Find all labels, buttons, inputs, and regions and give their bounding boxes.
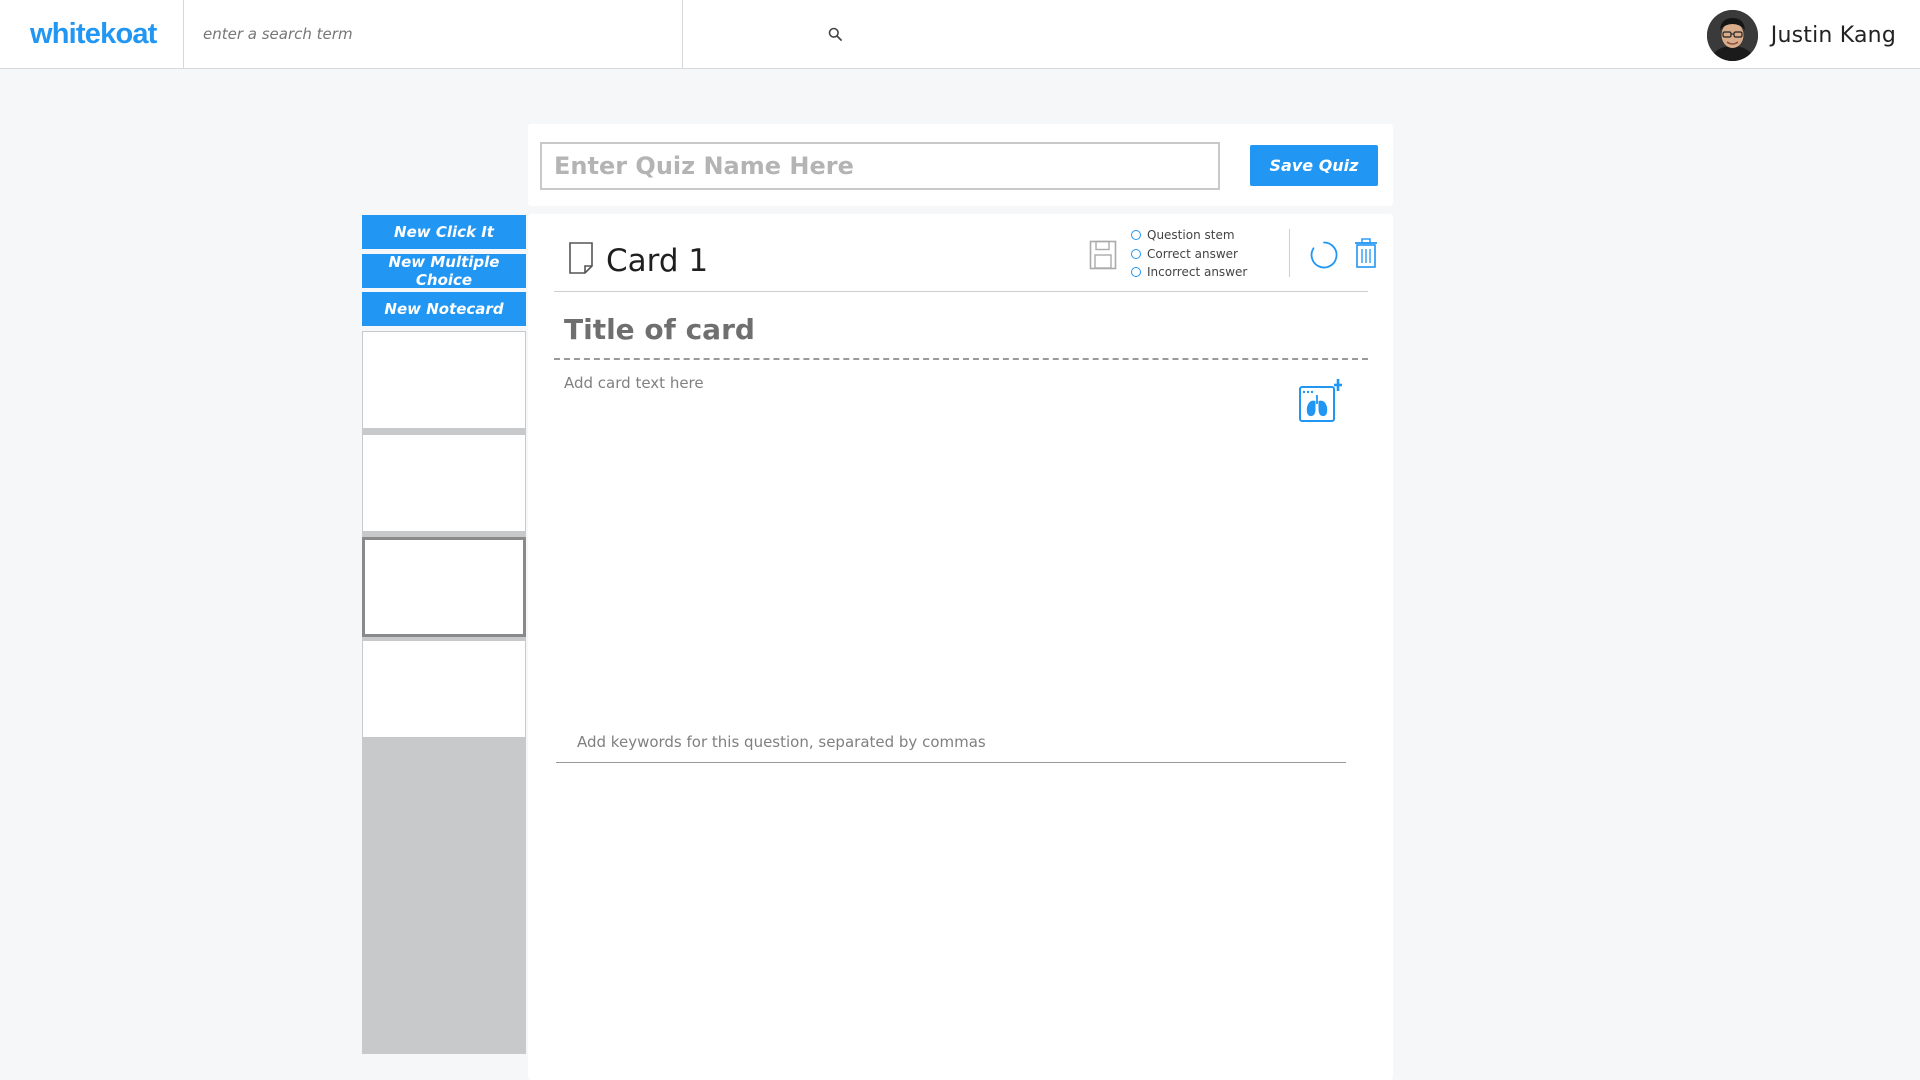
legend-question-stem[interactable]: Question stem bbox=[1131, 226, 1247, 245]
floppy-disk-icon[interactable] bbox=[1089, 240, 1117, 270]
user-name[interactable]: Justin Kang bbox=[1771, 23, 1896, 48]
card-thumbnail[interactable] bbox=[362, 331, 526, 431]
card-label: Card 1 bbox=[606, 243, 709, 279]
card-thumbnail-list[interactable] bbox=[362, 331, 526, 1054]
card-text-input[interactable] bbox=[564, 374, 1264, 734]
radio-icon[interactable] bbox=[1131, 267, 1141, 278]
logo[interactable]: whitekoat bbox=[30, 18, 157, 51]
top-bar: whitekoat Justin Kang bbox=[0, 0, 1920, 69]
card-thumbnail[interactable] bbox=[362, 640, 526, 740]
search-input[interactable] bbox=[203, 20, 623, 48]
note-icon bbox=[569, 242, 593, 274]
radio-icon[interactable] bbox=[1131, 248, 1141, 259]
new-click-it-button[interactable]: New Click It bbox=[362, 215, 526, 249]
new-notecard-button[interactable]: New Notecard bbox=[362, 292, 526, 326]
quiz-header-panel: Save Quiz bbox=[528, 124, 1393, 206]
title-divider bbox=[554, 358, 1368, 360]
card-thumbnail-selected[interactable] bbox=[362, 537, 526, 637]
trash-icon[interactable] bbox=[1354, 238, 1378, 268]
save-quiz-button[interactable]: Save Quiz bbox=[1250, 145, 1378, 186]
search-icon[interactable] bbox=[828, 27, 842, 41]
divider bbox=[1289, 229, 1290, 277]
card-header: Card 1 Question stem Correct answer Inco… bbox=[554, 214, 1377, 292]
legend-correct-answer[interactable]: Correct answer bbox=[1131, 245, 1247, 264]
search-box bbox=[183, 0, 842, 69]
card-thumbnail[interactable] bbox=[362, 434, 526, 534]
user-menu[interactable]: Justin Kang bbox=[1706, 9, 1896, 61]
legend-incorrect-answer[interactable]: Incorrect answer bbox=[1131, 263, 1247, 282]
card-editor: Card 1 Question stem Correct answer Inco… bbox=[528, 214, 1393, 1080]
quiz-name-input[interactable] bbox=[540, 142, 1220, 190]
card-title-input[interactable] bbox=[564, 309, 1264, 349]
keywords-input[interactable] bbox=[556, 721, 1346, 763]
radio-icon[interactable] bbox=[1131, 230, 1141, 241]
new-multiple-choice-button[interactable]: New Multiple Choice bbox=[362, 253, 526, 289]
avatar[interactable] bbox=[1706, 9, 1758, 61]
add-image-icon[interactable] bbox=[1298, 377, 1344, 425]
answer-type-legend: Question stem Correct answer Incorrect a… bbox=[1131, 226, 1247, 282]
refresh-icon[interactable] bbox=[1309, 240, 1339, 270]
